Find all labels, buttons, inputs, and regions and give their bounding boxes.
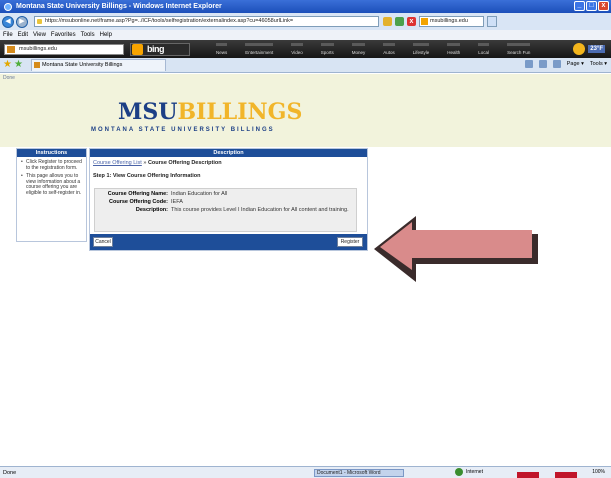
menu-edit[interactable]: Edit	[18, 32, 28, 38]
ie-icon	[4, 2, 12, 11]
add-favorites-icon[interactable]: ★	[14, 60, 23, 70]
course-code-label: Course Offering Code:	[109, 199, 168, 205]
bing-nav-video[interactable]: Video	[291, 43, 303, 55]
address-row: ◀ ▶ https://msubonline.net/frame.asp?Pg=…	[0, 13, 611, 30]
tab-label: Montana State University Billings	[41, 62, 123, 68]
search-text: msubillings.edu	[430, 18, 468, 24]
site-dropdown[interactable]: msubillings.edu	[4, 43, 124, 55]
logo-billings: BILLINGS	[177, 99, 303, 125]
url-text: https://msubonline.net/frame.asp?Pg=../I…	[45, 18, 294, 24]
bing-nav-money[interactable]: Money	[351, 43, 366, 55]
stop-icon[interactable]: x	[407, 17, 416, 26]
title-bar: Montana State University Billings - Wind…	[0, 0, 611, 13]
description-panel: Description Course Offering List » Cours…	[89, 148, 368, 251]
page-icon	[37, 19, 42, 24]
msu-favicon	[7, 45, 15, 53]
logo-montana: MONTANA STATE UNIVERSITY	[91, 127, 228, 133]
tab-favicon	[33, 62, 40, 68]
logo-msubillings[interactable]: MSUBILLINGS	[118, 99, 302, 125]
weather-temp[interactable]: 23°F	[588, 45, 605, 53]
bing-toolbar: msubillings.edu bing News Entertainment …	[0, 40, 611, 58]
menu-view[interactable]: View	[33, 32, 46, 38]
callout-arrow-icon	[374, 216, 538, 282]
tab-msu[interactable]: Montana State University Billings	[30, 59, 166, 71]
tools-menu[interactable]: Tools ▾	[590, 61, 607, 67]
course-info-box: Course Offering Name: Indian Education f…	[94, 188, 357, 232]
browser-window: Montana State University Billings - Wind…	[0, 0, 611, 478]
zoom-level[interactable]: 100%	[592, 469, 605, 475]
lock-icon[interactable]	[383, 17, 392, 26]
tab-row: ★ ★ Montana State University Billings Pa…	[0, 58, 611, 73]
cancel-button[interactable]: Cancel	[93, 237, 113, 247]
maximize-button[interactable]: □	[586, 1, 597, 11]
course-name-label: Course Offering Name:	[107, 191, 168, 197]
feeds-icon[interactable]	[538, 60, 547, 68]
bing-search-icon	[421, 18, 428, 25]
taskbar-red-block	[555, 472, 577, 478]
print-icon[interactable]	[552, 60, 561, 68]
page-content: Done MSUBILLINGS MONTANA STATE UNIVERSIT…	[0, 74, 611, 466]
search-input[interactable]: msubillings.edu	[419, 16, 484, 27]
bing-nav: News Entertainment Video Sports Money Au…	[216, 43, 531, 55]
command-bar: Page ▾ Tools ▾	[524, 60, 607, 68]
taskbar-red-block	[517, 472, 539, 478]
description-header: Description	[90, 149, 367, 157]
internet-zone-icon	[455, 468, 463, 476]
bing-nav-health[interactable]: Health	[447, 43, 461, 55]
home-icon[interactable]	[524, 60, 533, 68]
taskbar-word-button[interactable]: Document1 - Microsoft Word	[314, 469, 404, 477]
address-bar[interactable]: https://msubonline.net/frame.asp?Pg=../I…	[34, 16, 379, 27]
minimize-button[interactable]: _	[574, 1, 585, 11]
breadcrumb-current: Course Offering Description	[147, 160, 222, 166]
bing-nav-lifestyle[interactable]: Lifestyle	[412, 43, 430, 55]
top-status-text: Done	[3, 75, 15, 81]
search-go-icon[interactable]	[487, 16, 497, 27]
refresh-icon[interactable]	[395, 17, 404, 26]
instruction-item: This page allows you to view information…	[20, 173, 83, 196]
bing-nav-news[interactable]: News	[216, 43, 228, 55]
menu-bar: File Edit View Favorites Tools Help	[0, 30, 611, 40]
banner: Done MSUBILLINGS MONTANA STATE UNIVERSIT…	[0, 74, 611, 147]
course-code-value: IEFA	[171, 199, 183, 205]
course-description-label: Description:	[135, 207, 168, 213]
instruction-item: Click Register to proceed to the registr…	[20, 159, 83, 171]
instructions-panel: Instructions Click Register to proceed t…	[16, 148, 87, 242]
bing-nav-searchfun[interactable]: Search Fun	[507, 43, 531, 55]
logo-subtitle: MONTANA STATE UNIVERSITY BILLINGS	[91, 127, 275, 133]
instructions-header: Instructions	[17, 149, 86, 157]
forward-button[interactable]: ▶	[16, 15, 28, 28]
status-text: Done	[3, 469, 17, 476]
menu-help[interactable]: Help	[100, 32, 112, 38]
window-title: Montana State University Billings - Wind…	[16, 3, 222, 10]
logo-msu: MSU	[118, 99, 178, 125]
course-name-value: Indian Education for All	[171, 191, 228, 197]
bing-nav-autos[interactable]: Autos	[383, 43, 395, 55]
close-button[interactable]: x	[598, 1, 609, 11]
favorites-star-icon[interactable]: ★	[3, 60, 12, 70]
page-menu[interactable]: Page ▾	[567, 61, 584, 67]
zone-label: Internet	[466, 469, 483, 475]
breadcrumb: Course Offering List » Course Offering D…	[93, 160, 364, 166]
course-description-value: This course provides Level I Indian Educ…	[171, 207, 349, 213]
logo-billings-small: BILLINGS	[230, 127, 275, 133]
breadcrumb-course-list-link[interactable]: Course Offering List	[93, 160, 142, 166]
weather-icon[interactable]	[573, 43, 586, 55]
bing-logo-icon	[132, 43, 143, 55]
bing-nav-local[interactable]: Local	[478, 43, 490, 55]
action-bar: Cancel Register	[90, 234, 367, 250]
menu-favorites[interactable]: Favorites	[51, 32, 76, 38]
bing-logo-text: bing	[147, 44, 165, 54]
menu-tools[interactable]: Tools	[81, 32, 95, 38]
bing-search-box[interactable]: bing	[130, 42, 190, 56]
back-button[interactable]: ◀	[2, 15, 14, 28]
site-dropdown-label: msubillings.edu	[19, 45, 57, 52]
bing-nav-sports[interactable]: Sports	[320, 43, 334, 55]
menu-file[interactable]: File	[3, 32, 13, 38]
register-button[interactable]: Register	[337, 237, 363, 247]
bing-nav-entertainment[interactable]: Entertainment	[245, 43, 274, 55]
step-title: Step 1: View Course Offering Information	[93, 173, 201, 179]
